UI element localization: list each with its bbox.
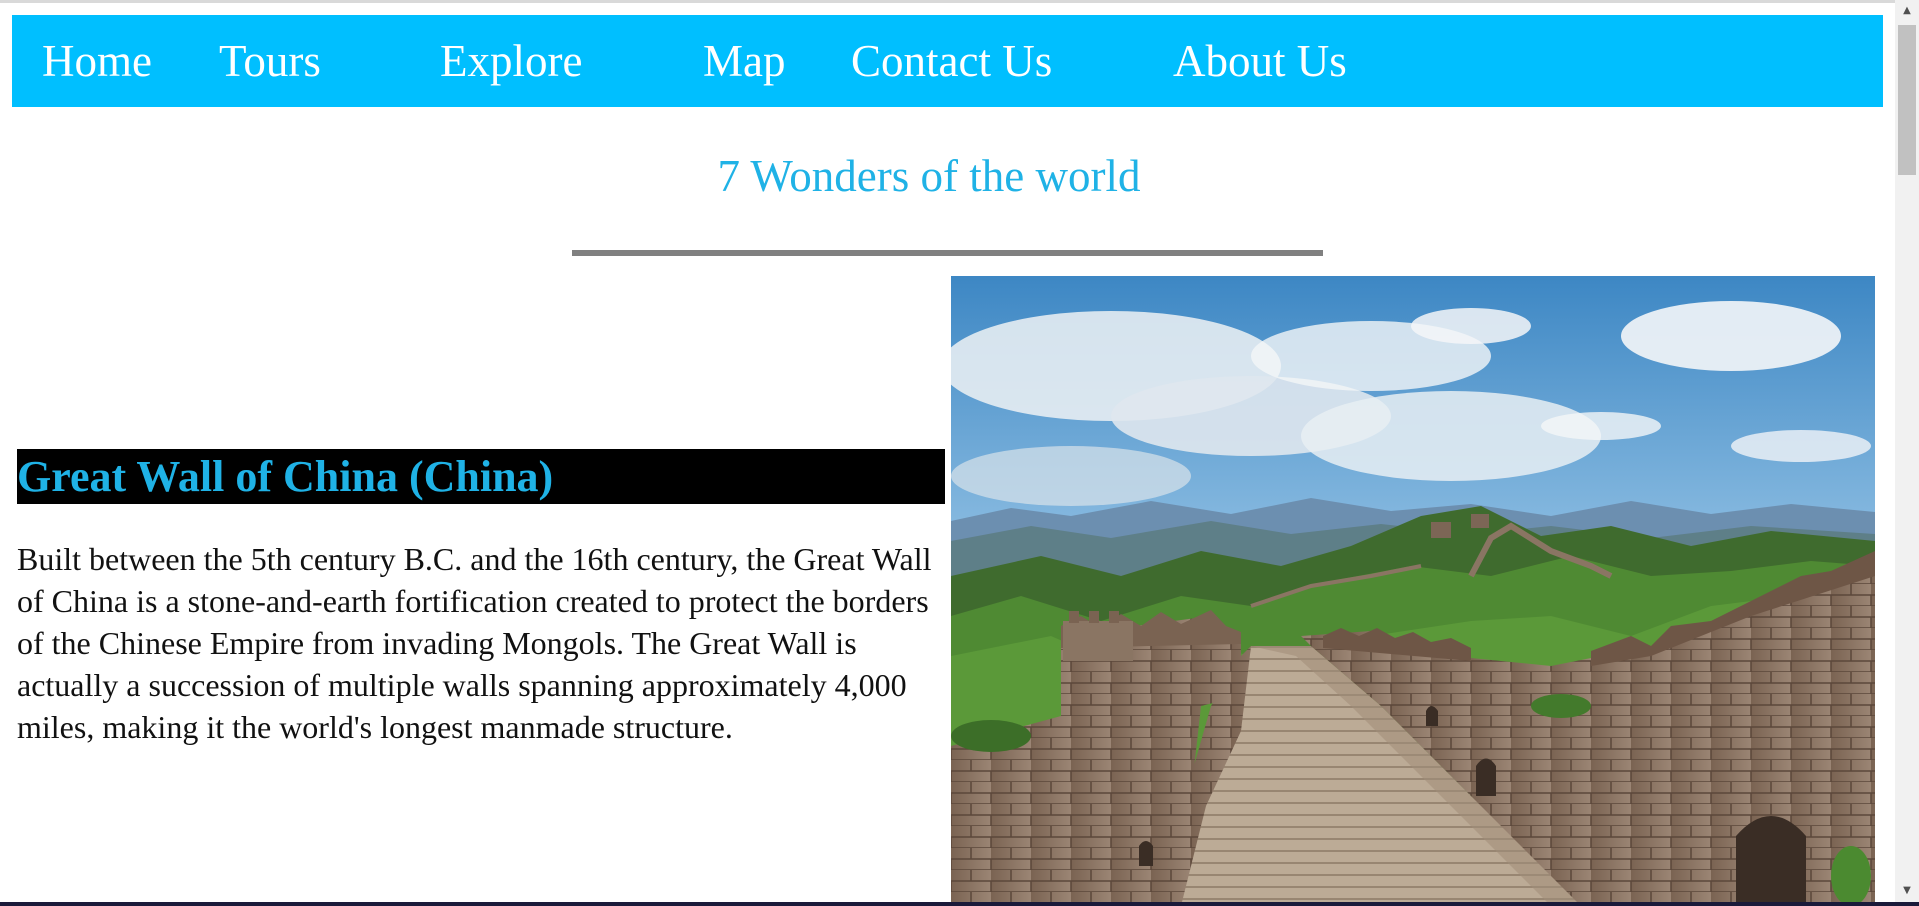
section-description: Built between the 5th century B.C. and t…	[17, 541, 932, 745]
window-top-border	[0, 0, 1919, 3]
page-title: 7 Wonders of the world	[717, 151, 1141, 201]
browser-viewport: Home Tours Explore Map Contact Us About …	[0, 0, 1919, 906]
nav-link-tours[interactable]: Tours	[219, 15, 321, 107]
scrollbar-thumb[interactable]	[1898, 25, 1916, 175]
scroll-up-arrow-icon[interactable]: ▲	[1895, 0, 1919, 22]
taskbar-edge	[0, 902, 1919, 906]
scroll-down-arrow-icon[interactable]: ▼	[1895, 880, 1919, 902]
nav-link-contact-us[interactable]: Contact Us	[851, 15, 1052, 107]
great-wall-photo	[951, 276, 1875, 906]
section-heading: Great Wall of China (China)	[17, 449, 945, 504]
vertical-scrollbar[interactable]: ▲ ▼	[1895, 0, 1919, 906]
nav-link-about-us[interactable]: About Us	[1173, 15, 1347, 107]
title-divider	[572, 250, 1323, 256]
nav-link-explore[interactable]: Explore	[440, 15, 582, 107]
nav-link-map[interactable]: Map	[703, 15, 786, 107]
top-navigation-bar: Home Tours Explore Map Contact Us About …	[12, 15, 1883, 107]
nav-link-home[interactable]: Home	[42, 15, 152, 107]
